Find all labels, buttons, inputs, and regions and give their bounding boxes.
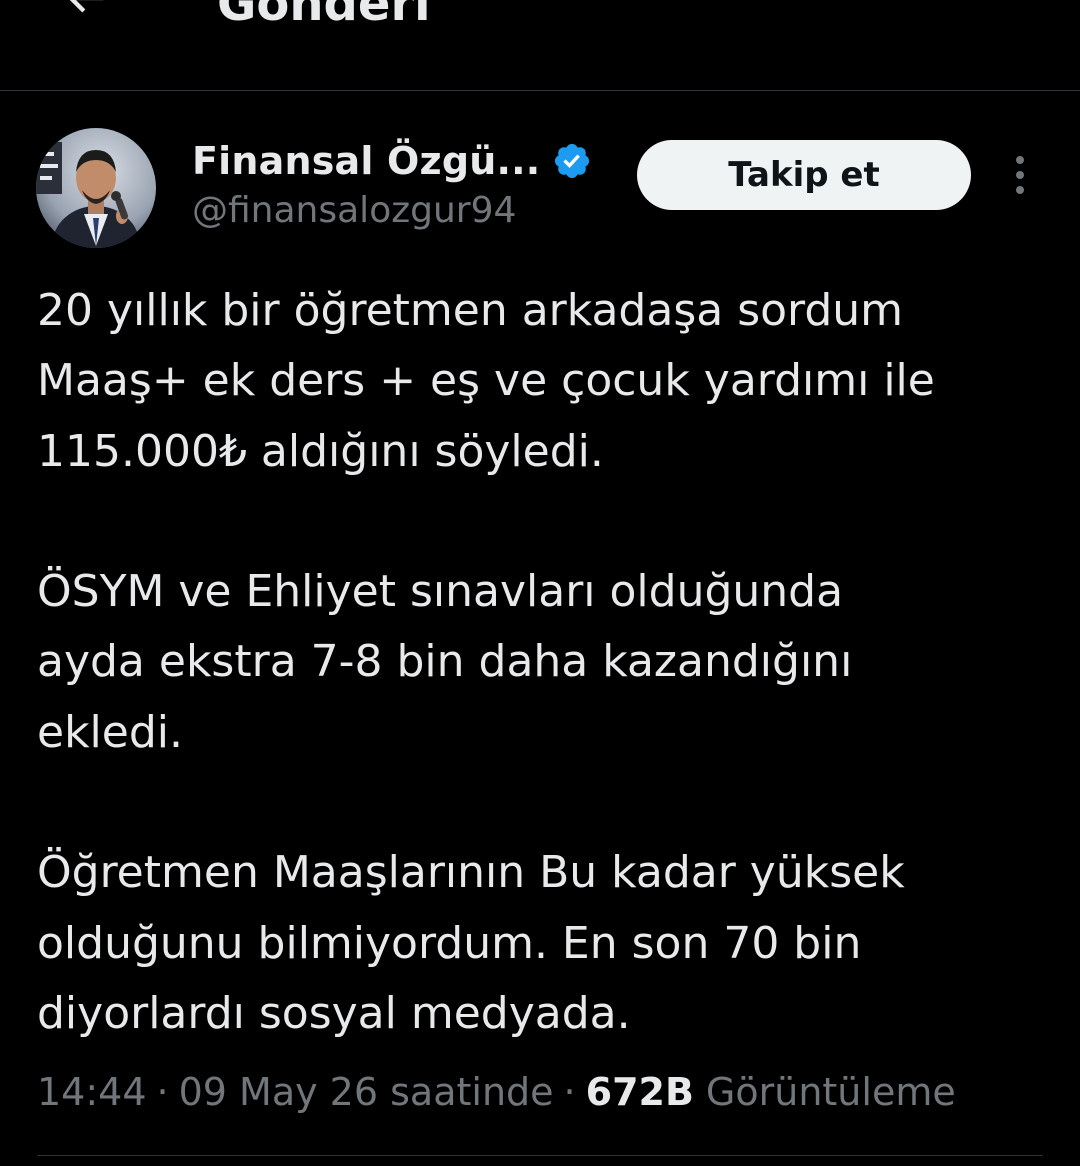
tweet-line: 115.000₺ aldığını söyledi. xyxy=(37,425,604,477)
tweet-text: 20 yıllık bir öğretmen arkadaşa sordum M… xyxy=(37,276,1047,1049)
tweet-line: 20 yıllık bir öğretmen arkadaşa sordum xyxy=(37,285,904,336)
arrow-left-icon xyxy=(60,0,112,24)
author-handle[interactable]: @finansalozgur94 xyxy=(192,190,516,231)
tweet-meta: 14:44 · 09 May 26 saatinde · 672B Görünt… xyxy=(37,1064,956,1120)
meta-separator: · xyxy=(156,1070,169,1114)
more-vertical-icon xyxy=(1013,155,1027,195)
tweet-line: ÖSYM ve Ehliyet sınavları olduğunda xyxy=(37,566,844,618)
tweet-line xyxy=(37,487,1047,557)
follow-button[interactable]: Takip et xyxy=(637,140,971,210)
views-label[interactable]: Görüntüleme xyxy=(706,1070,956,1114)
tweet-date[interactable]: 09 May 26 saatinde xyxy=(179,1070,554,1114)
top-bar: Gönderi xyxy=(0,0,1080,91)
tweet-line: ekledi. xyxy=(37,706,183,758)
avatar[interactable] xyxy=(36,128,156,248)
tweet-time[interactable]: 14:44 xyxy=(37,1070,147,1114)
tweet-line: ayda ekstra 7-8 bin daha kazandığını xyxy=(37,636,853,688)
author-display-name[interactable]: Finansal Özgü... xyxy=(192,139,540,183)
divider xyxy=(37,1155,1043,1156)
tweet-line: diyorlardı sosyal medyada. xyxy=(37,987,631,1039)
views-count[interactable]: 672B xyxy=(586,1070,706,1114)
tweet-line: olduğunu bilmiyordum. En son 70 bin xyxy=(37,917,862,969)
page-title: Gönderi xyxy=(217,0,431,32)
meta-separator: · xyxy=(563,1070,576,1114)
tweet-line xyxy=(37,768,1047,838)
verified-badge-icon[interactable] xyxy=(552,141,592,181)
back-button[interactable] xyxy=(54,0,118,30)
tweet-line: Öğretmen Maaşlarının Bu kadar yüksek xyxy=(37,847,905,899)
author-name-row: Finansal Özgü... xyxy=(192,136,592,186)
tweet-line: Maaş+ ek ders + eş ve çocuk yardımı ile xyxy=(37,355,935,407)
more-button[interactable] xyxy=(996,150,1044,200)
